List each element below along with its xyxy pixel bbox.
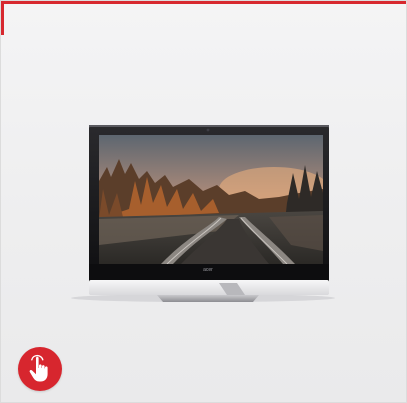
product-image[interactable]: acer — [69, 119, 337, 305]
brand-mark-text: acer — [203, 267, 213, 273]
screen-wallpaper — [99, 135, 323, 264]
monitor-stand — [157, 295, 259, 302]
product-card[interactable]: acer — [0, 0, 407, 403]
top-accent-bar — [1, 1, 406, 4]
hand-tap-icon[interactable] — [18, 347, 62, 391]
left-accent-bar — [1, 1, 4, 35]
